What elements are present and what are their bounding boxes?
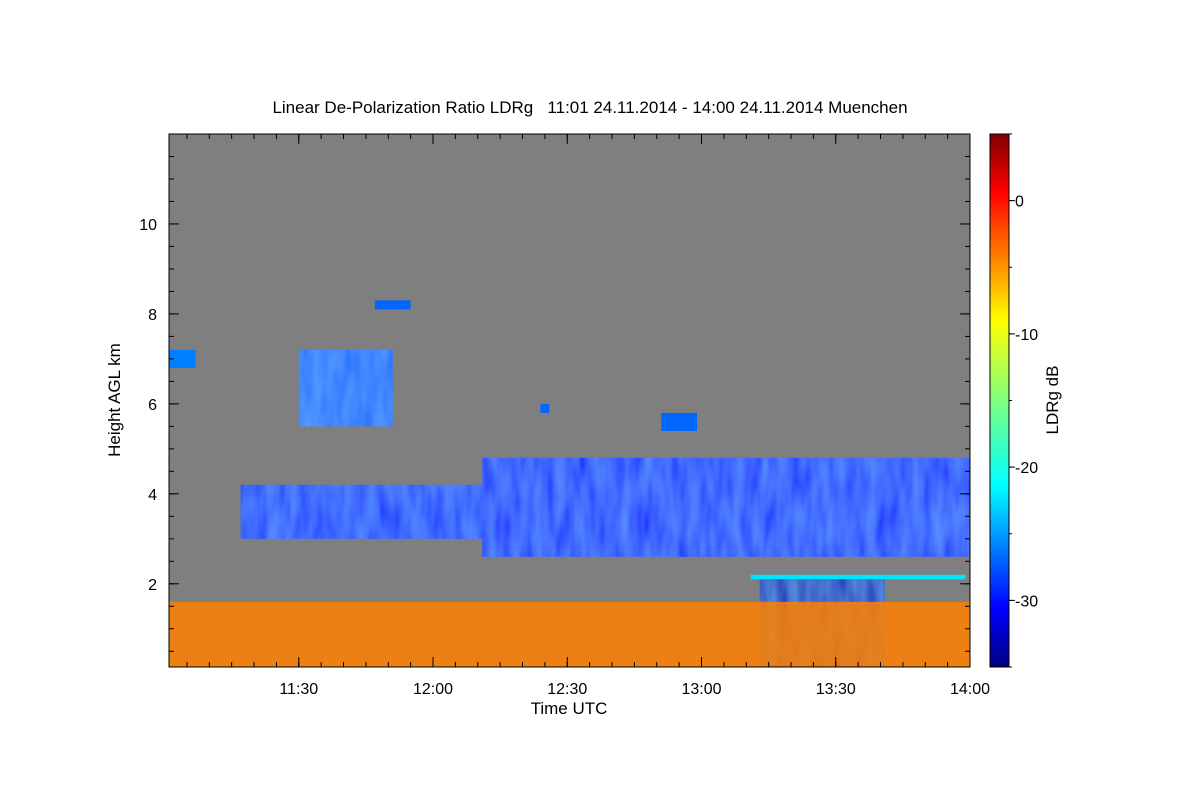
x-tick-label: 13:30 (816, 681, 856, 698)
y-tick-label: 2 (148, 577, 157, 594)
region-melting-layer-7 (750, 574, 966, 580)
y-axis-label: Height AGL km (105, 343, 124, 457)
region-boundary-layer-aerosol-9 (169, 601, 970, 667)
ldr-time-height-plot: Linear De-Polarization Ratio LDRg 11:01 … (105, 98, 1062, 718)
region-cirrus-patch-3 (540, 403, 550, 413)
y-tick-label: 6 (148, 397, 157, 414)
region-main-cloud-layer-6 (482, 457, 970, 557)
colorbar-ticks: 0 -10 -20 -30 (1009, 133, 1038, 668)
region-cirrus-patch-1 (298, 349, 393, 427)
colorbar-tick-label: -30 (1015, 593, 1038, 610)
colorbar-label: LDRg dB (1043, 366, 1062, 435)
colorbar-tick-label: -10 (1015, 327, 1038, 344)
region-cirrus-patch-4 (661, 412, 697, 431)
colorbar-tick-label: -20 (1015, 460, 1038, 477)
x-tick-label: 14:00 (950, 681, 990, 698)
x-tick-label: 12:30 (547, 681, 587, 698)
y-tick-label: 4 (148, 487, 157, 504)
y-tick-label: 8 (148, 307, 157, 324)
x-axis-label: Time UTC (531, 699, 608, 718)
chart-title: Linear De-Polarization Ratio LDRg 11:01 … (272, 98, 907, 117)
region-thin-cloud-layer-5 (240, 484, 492, 539)
x-tick-label: 13:00 (681, 681, 721, 698)
colorbar-tick-label: 0 (1015, 194, 1024, 211)
y-tick-label: 10 (139, 217, 157, 234)
x-tick-label: 12:00 (413, 681, 453, 698)
x-tick-label: 11:30 (279, 681, 318, 698)
colorbar (989, 133, 1010, 668)
region-cirrus-patch-2 (374, 300, 411, 310)
